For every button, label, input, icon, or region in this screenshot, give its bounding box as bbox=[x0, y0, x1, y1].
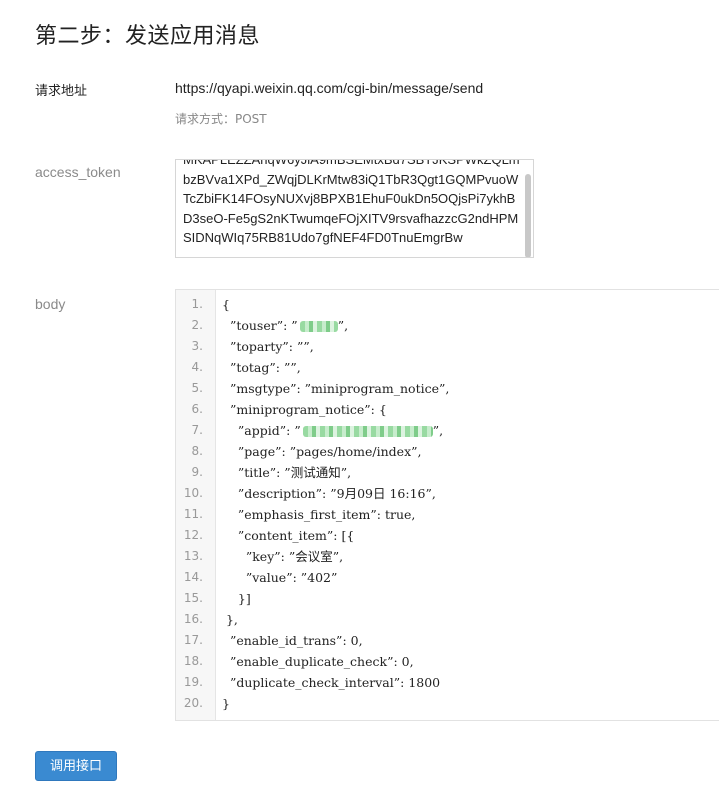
code-line: 19. ”duplicate_check_interval”: 1800 bbox=[176, 672, 719, 693]
line-number: 11. bbox=[183, 507, 203, 521]
code-line: 17. ”enable_id_trans”: 0, bbox=[176, 630, 719, 651]
code-line: 7. ”appid”: ””, bbox=[176, 420, 719, 441]
code-text: ”enable_id_trans”: 0, bbox=[222, 633, 363, 648]
request-url-label: 请求地址 bbox=[35, 84, 88, 99]
code-line: 4. ”totag”: ””, bbox=[176, 357, 719, 378]
code-line: 11. ”emphasis_first_item”: true, bbox=[176, 504, 719, 525]
code-text: ”touser”: ””, bbox=[222, 318, 349, 333]
line-number: 15. bbox=[183, 591, 203, 605]
request-method: 请求方式：POST bbox=[175, 112, 267, 126]
line-number: 14. bbox=[183, 570, 203, 584]
line-number: 19. bbox=[183, 675, 203, 689]
code-text: ”msgtype”: ”miniprogram_notice”, bbox=[222, 381, 450, 396]
line-number: 3. bbox=[191, 339, 203, 353]
line-number: 17. bbox=[183, 633, 203, 647]
code-text: ”description”: ”9月09日 16:16”, bbox=[222, 486, 436, 501]
redacted-value bbox=[302, 426, 433, 437]
code-line: 3. ”toparty”: ””, bbox=[176, 336, 719, 357]
line-number: 13. bbox=[183, 549, 203, 563]
code-text: ”key”: ”会议室”, bbox=[222, 549, 344, 564]
code-text: ”emphasis_first_item”: true, bbox=[222, 507, 416, 522]
line-number: 2. bbox=[191, 318, 203, 332]
line-number: 6. bbox=[191, 402, 203, 416]
line-number: 4. bbox=[191, 360, 203, 374]
code-line: 2. ”touser”: ””, bbox=[176, 315, 719, 336]
line-number: 8. bbox=[191, 444, 203, 458]
access-token-label: access_token bbox=[35, 164, 121, 180]
code-line: 9. ”title”: ”测试通知”, bbox=[176, 462, 719, 483]
code-line: 20.} bbox=[176, 693, 719, 714]
code-text: }] bbox=[222, 591, 251, 606]
code-text: ”enable_duplicate_check”: 0, bbox=[222, 654, 414, 669]
token-scrollbar[interactable] bbox=[525, 174, 531, 257]
body-label: body bbox=[35, 296, 66, 312]
code-text: { bbox=[222, 297, 230, 312]
line-number: 20. bbox=[183, 696, 203, 710]
code-line: 1. { bbox=[176, 294, 719, 315]
line-number: 16. bbox=[183, 612, 203, 626]
code-text: ”toparty”: ””, bbox=[222, 339, 314, 354]
line-number: 12. bbox=[183, 528, 203, 542]
line-number: 9. bbox=[191, 465, 203, 479]
code-line: 6. ”miniprogram_notice”: { bbox=[176, 399, 719, 420]
code-line: 12. ”content_item”: [{ bbox=[176, 525, 719, 546]
code-line: 15. }] bbox=[176, 588, 719, 609]
code-line: 13. ”key”: ”会议室”, bbox=[176, 546, 719, 567]
code-text: ”title”: ”测试通知”, bbox=[222, 465, 352, 480]
page-title: 第二步：发送应用消息 bbox=[35, 24, 261, 49]
line-number: 5. bbox=[191, 381, 203, 395]
redacted-value bbox=[299, 321, 338, 332]
line-number: 18. bbox=[183, 654, 203, 668]
access-token-field[interactable]: MKAPLEZZAhqW6yJlA9mBSEMtxBd7SBTJKSPWkZQL… bbox=[175, 159, 534, 258]
redacted-value-tail: ”, bbox=[337, 318, 349, 333]
code-line: 14. ”value”: ”402” bbox=[176, 567, 719, 588]
code-line: 5. ”msgtype”: ”miniprogram_notice”, bbox=[176, 378, 719, 399]
code-text: }, bbox=[222, 612, 238, 627]
request-url: https://qyapi.weixin.qq.com/cgi-bin/mess… bbox=[175, 80, 484, 96]
code-text: ”page”: ”pages/home/index”, bbox=[222, 444, 422, 459]
code-line: 16. }, bbox=[176, 609, 719, 630]
body-code-editor[interactable]: 1.{2. ”touser”: ””, 3. ”toparty”: ””, 4. ”… bbox=[175, 289, 719, 721]
line-number: 10. bbox=[183, 486, 203, 500]
access-token-value: MKAPLEZZAhqW6yJlA9mBSEMtxBd7SBTJKSPWkZQL… bbox=[183, 159, 520, 245]
code-text: ”duplicate_check_interval”: 1800 bbox=[222, 675, 441, 690]
code-text: ”appid”: ””, bbox=[222, 423, 444, 438]
line-number: 7. bbox=[191, 423, 203, 437]
code-text: } bbox=[222, 696, 230, 711]
code-text: ”totag”: ””, bbox=[222, 360, 301, 375]
line-number: 1. bbox=[191, 297, 203, 311]
code-text: ”miniprogram_notice”: { bbox=[222, 402, 387, 417]
code-text: ”value”: ”402” bbox=[222, 570, 338, 585]
redacted-value-tail: ”, bbox=[432, 423, 444, 438]
code-text: ”content_item”: [{ bbox=[222, 528, 355, 543]
call-api-button[interactable]: 调用接口 bbox=[35, 751, 117, 781]
code-line: 8. ”page”: ”pages/home/index”, bbox=[176, 441, 719, 462]
code-line: 10. ”description”: ”9月09日 16:16”, bbox=[176, 483, 719, 504]
code-line: 18. ”enable_duplicate_check”: 0, bbox=[176, 651, 719, 672]
